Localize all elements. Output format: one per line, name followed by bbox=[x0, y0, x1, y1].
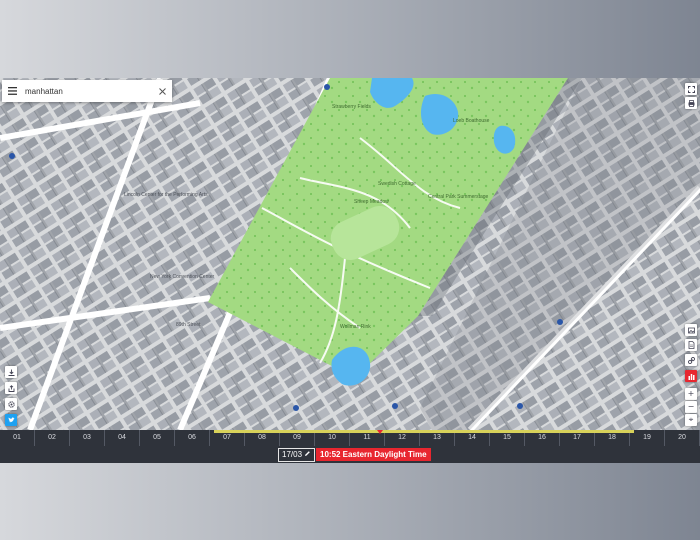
current-time-marker[interactable] bbox=[377, 430, 384, 434]
label-loeb-boathouse: Loeb Boathouse bbox=[453, 118, 490, 124]
hour-cell[interactable]: 05 bbox=[140, 430, 175, 446]
hour-cell[interactable]: 01 bbox=[0, 430, 35, 446]
bar-chart-icon[interactable] bbox=[685, 370, 697, 382]
subway-marker bbox=[517, 403, 523, 409]
label-wollman-rink: Wollman Rink bbox=[340, 324, 371, 330]
subway-marker bbox=[324, 84, 330, 90]
time-label[interactable]: 10:52 Eastern Daylight Time bbox=[316, 448, 431, 461]
search-bar bbox=[2, 80, 172, 102]
zoom-out-button[interactable]: − bbox=[685, 401, 697, 413]
date-time-bar: 17/03 10:52 Eastern Daylight Time bbox=[0, 446, 700, 463]
print-icon[interactable] bbox=[685, 97, 697, 109]
search-input[interactable] bbox=[25, 86, 159, 96]
label-89th-street: 89th Street bbox=[176, 322, 201, 328]
download-icon[interactable] bbox=[5, 366, 17, 378]
twitter-icon[interactable] bbox=[5, 414, 17, 426]
map-app: Strawberry Fields Loeb Boathouse Swedish… bbox=[0, 78, 700, 463]
label-strawberry-fields: Strawberry Fields bbox=[332, 104, 371, 110]
share-icon[interactable] bbox=[5, 382, 17, 394]
label-convention-center: New York Convention Center bbox=[150, 274, 215, 280]
pencil-icon bbox=[304, 449, 311, 461]
gallery-icon[interactable] bbox=[685, 324, 697, 336]
subway-marker bbox=[9, 153, 15, 159]
label-summerstage: Central Park Summerstage bbox=[428, 194, 489, 200]
reset-north-button[interactable]: ⌖ bbox=[685, 414, 697, 426]
label-swedish-cottage: Swedish Cottage bbox=[378, 181, 416, 187]
label-lincoln-center: Lincoln Center for the Performing Arts bbox=[124, 192, 208, 198]
hour-cell[interactable]: 06 bbox=[175, 430, 210, 446]
fullscreen-icon[interactable] bbox=[685, 83, 697, 95]
daylight-bar bbox=[213, 430, 634, 433]
zoom-in-button[interactable]: + bbox=[685, 388, 697, 400]
document-icon[interactable] bbox=[685, 339, 697, 351]
subway-marker bbox=[293, 405, 299, 411]
date-selector[interactable]: 17/03 bbox=[278, 448, 316, 462]
settings-icon[interactable] bbox=[5, 398, 17, 410]
share-link-icon[interactable] bbox=[685, 354, 697, 366]
hour-cell[interactable]: 03 bbox=[70, 430, 105, 446]
close-icon[interactable] bbox=[159, 82, 166, 100]
subway-marker bbox=[557, 319, 563, 325]
subway-marker bbox=[392, 403, 398, 409]
hamburger-menu-icon[interactable] bbox=[8, 82, 17, 100]
map-canvas[interactable]: Strawberry Fields Loeb Boathouse Swedish… bbox=[0, 78, 700, 430]
hour-cell[interactable]: 04 bbox=[105, 430, 140, 446]
label-sheep-meadow: Sheep Meadow bbox=[354, 199, 389, 205]
hour-cell[interactable]: 02 bbox=[35, 430, 70, 446]
hour-cell[interactable]: 20 bbox=[665, 430, 700, 446]
hour-cell[interactable]: 19 bbox=[630, 430, 665, 446]
date-value: 17/03 bbox=[282, 450, 303, 459]
